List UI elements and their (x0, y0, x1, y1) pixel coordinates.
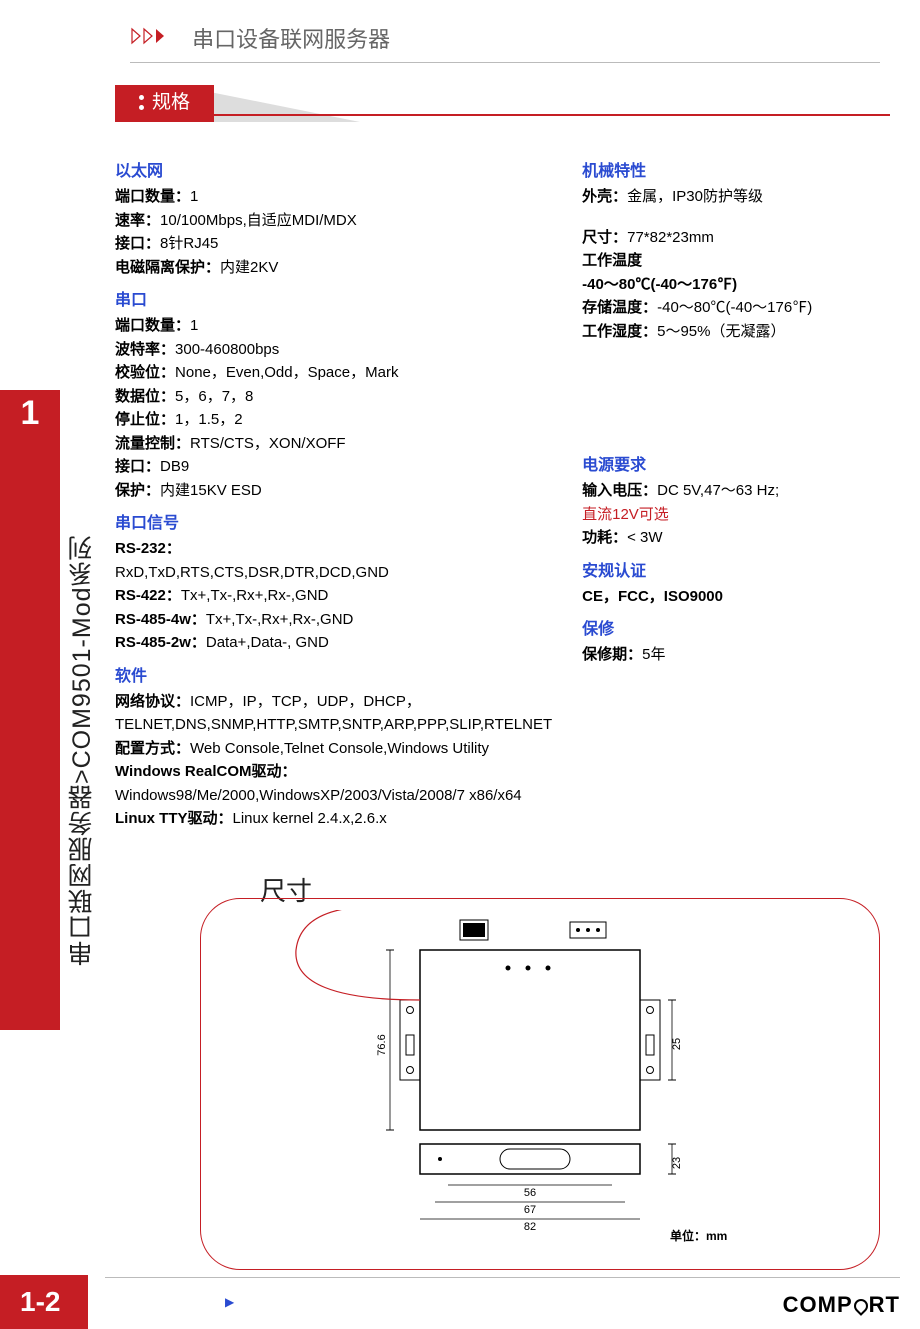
ser-iface-lab: 接口： (115, 458, 160, 475)
signals-head: 串口信号 (115, 512, 552, 536)
serial-head: 串口 (115, 289, 552, 313)
header-arrows-icon (130, 27, 178, 53)
dim-w1: 56 (524, 1187, 536, 1199)
eth-iface-lab: 接口： (115, 235, 160, 252)
software-head: 软件 (115, 665, 552, 689)
brand-logo: COMP RT (783, 1288, 900, 1321)
cert-val: CE，FCC，ISO9000 (582, 588, 723, 605)
cons-val: < 3W (627, 529, 662, 546)
dim-w3: 82 (524, 1221, 536, 1233)
page-footer: 1-2 ▶ COMP RT (0, 1277, 920, 1329)
ser-baud-lab: 波特率： (115, 341, 175, 358)
size-lab: 尺寸： (582, 229, 627, 246)
ser-port-val: 1 (190, 317, 198, 334)
ser-parity-lab: 校验位： (115, 364, 175, 381)
ser-flow-lab: 流量控制： (115, 435, 190, 452)
linux-lab: Linux TTY驱动： (115, 810, 233, 827)
cert-head: 安规认证 (582, 560, 875, 584)
warranty-head: 保修 (582, 618, 875, 642)
vin-lab: 输入电压： (582, 482, 657, 499)
ser-stop-val: 1，1.5，2 (175, 411, 243, 428)
case-val: 金属，IP30防护等级 (627, 188, 763, 205)
page-header: 串口设备联网服务器 (130, 15, 880, 63)
eth-port-val: 1 (190, 188, 198, 205)
optemp-val: -40～80℃(-40～176℉) (582, 276, 737, 293)
dim-h: 76.6 (376, 1034, 388, 1055)
eth-emi-lab: 电磁隔离保护： (115, 259, 220, 276)
storetemp-val: -40～80℃(-40～176℉) (657, 299, 812, 316)
dim-w2: 67 (524, 1204, 536, 1216)
ser-flow-val: RTS/CTS，XON/XOFF (190, 435, 346, 452)
header-title: 串口设备联网服务器 (192, 27, 390, 52)
eth-iface-val: 8针RJ45 (160, 235, 218, 252)
size-val: 77*82*23mm (627, 229, 714, 246)
ser-iface-val: DB9 (160, 458, 189, 475)
rs485-2w-lab: RS-485-2w： (115, 634, 206, 651)
chapter-rail: 1 (0, 390, 60, 1030)
humid-val: 5～95%（无凝露） (657, 323, 785, 340)
rs422-val: Tx+,Tx-,Rx+,Rx-,GND (181, 587, 329, 604)
footer-rule (105, 1277, 900, 1278)
dim-unit: 单位：mm (670, 1228, 727, 1243)
vopt: 直流12V可选 (582, 506, 669, 523)
ser-parity-val: None，Even,Odd，Space，Mark (175, 364, 398, 381)
ser-data-val: 5，6，7，8 (175, 388, 253, 405)
optemp-lab: 工作温度 (582, 252, 642, 269)
chapter-number: 1 (0, 388, 60, 439)
brand-pre: COMP (783, 1292, 853, 1317)
dimensions-section: 尺寸 76.6 25 23 (200, 890, 880, 1270)
power-head: 电源要求 (582, 454, 875, 478)
dimensions-drawing: 76.6 25 23 56 67 82 单位：mm (290, 910, 810, 1250)
vin-val: DC 5V,47～63 Hz; (657, 482, 779, 499)
humid-lab: 工作湿度： (582, 323, 657, 340)
win-lab: Windows RealCOM驱动： (115, 763, 297, 780)
footer-arrow-icon: ▶ (225, 1293, 234, 1311)
ser-baud-val: 300-460800bps (175, 341, 279, 358)
config-val: Web Console,Telnet Console,Windows Utili… (190, 740, 489, 757)
eth-speed-lab: 速率： (115, 212, 160, 229)
spec-content: 以太网 端口数量：1 速率：10/100Mbps,自适应MDI/MDX 接口：8… (115, 150, 875, 832)
mech-head: 机械特性 (582, 160, 875, 184)
spec-underline (115, 114, 890, 116)
spec-tab-label: 规格 (115, 85, 214, 122)
cons-lab: 功耗： (582, 529, 627, 546)
rs422-lab: RS-422： (115, 587, 181, 604)
ser-prot-val: 内建15KV ESD (160, 482, 262, 499)
spec-tab-tail (210, 92, 360, 122)
dim-h2: 25 (671, 1038, 683, 1050)
proto-val2: TELNET,DNS,SNMP,HTTP,SMTP,SNTP,ARP,PPP,S… (115, 716, 552, 733)
ser-prot-lab: 保护： (115, 482, 160, 499)
eth-speed-val: 10/100Mbps,自适应MDI/MDX (160, 212, 357, 229)
vertical-title: 串口联网服务器>COM9501-Mod系列 (64, 480, 102, 1020)
storetemp-lab: 存储温度： (582, 299, 657, 316)
dim-h3: 23 (671, 1157, 683, 1169)
proto-val: ICMP，IP，TCP，UDP，DHCP， (190, 693, 421, 710)
case-lab: 外壳： (582, 188, 627, 205)
rs232-lab: RS-232： (115, 540, 181, 557)
brand-o-icon (851, 1296, 871, 1316)
brand-post: RT (869, 1292, 900, 1317)
ethernet-head: 以太网 (115, 160, 552, 184)
right-column: 机械特性 外壳：金属，IP30防护等级 尺寸：77*82*23mm 工作温度 -… (582, 150, 875, 832)
linux-val: Linux kernel 2.4.x,2.6.x (233, 810, 387, 827)
ser-port-lab: 端口数量： (115, 317, 190, 334)
spec-tab-wrap: 规格 (115, 85, 360, 122)
left-column: 以太网 端口数量：1 速率：10/100Mbps,自适应MDI/MDX 接口：8… (115, 150, 552, 832)
rs485-4w-val: Tx+,Tx-,Rx+,Rx-,GND (206, 611, 354, 628)
rs232-val: RxD,TxD,RTS,CTS,DSR,DTR,DCD,GND (115, 564, 389, 581)
proto-lab: 网络协议： (115, 693, 190, 710)
eth-port-lab: 端口数量： (115, 188, 190, 205)
warranty-lab: 保修期： (582, 646, 642, 663)
warranty-val: 5年 (642, 646, 665, 663)
ser-data-lab: 数据位： (115, 388, 175, 405)
win-val: Windows98/Me/2000,WindowsXP/2003/Vista/2… (115, 787, 522, 804)
config-lab: 配置方式： (115, 740, 190, 757)
rs485-4w-lab: RS-485-4w： (115, 611, 206, 628)
rs485-2w-val: Data+,Data-, GND (206, 634, 329, 651)
eth-emi-val: 内建2KV (220, 259, 278, 276)
page-number: 1-2 (0, 1275, 88, 1329)
ser-stop-lab: 停止位： (115, 411, 175, 428)
